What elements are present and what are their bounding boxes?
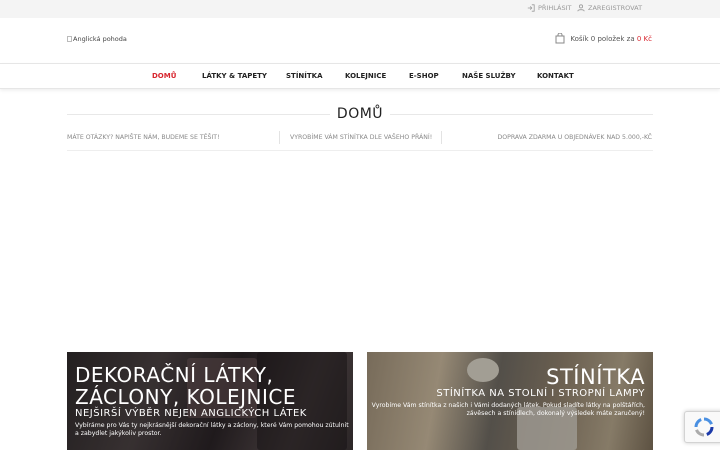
banner-lampshades-title: Stínítka	[546, 365, 645, 389]
logo[interactable]: Anglická pohoda	[67, 35, 127, 43]
page-title: DOMŮ	[330, 106, 390, 122]
cart-summary[interactable]: Košík 0 položek za 0 Kč	[555, 33, 652, 44]
nav-item-domu[interactable]: Domů	[152, 72, 176, 80]
shopping-bag-icon	[555, 33, 565, 44]
recaptcha-icon	[694, 417, 714, 437]
nav-item-kolejnice[interactable]: Kolejnice	[345, 72, 386, 80]
main-nav: Domů Látky & Tapety Stínítka Kolejnice E…	[0, 63, 720, 89]
logo-alt-text: Anglická pohoda	[73, 35, 127, 43]
info-divider	[279, 131, 280, 144]
login-link[interactable]: Přihlásit	[527, 4, 571, 12]
info-free-shipping: Doprava zdarma u objednávek nad 5.000,-K…	[497, 134, 652, 141]
cart-price: 0 Kč	[636, 34, 652, 43]
banner-fabrics[interactable]: Dekorační látky, záclony, kolejnice Nejš…	[67, 352, 353, 450]
broken-image-icon	[67, 36, 72, 42]
nav-item-eshop[interactable]: E-shop	[409, 72, 439, 80]
recaptcha-badge[interactable]	[684, 411, 720, 443]
nav-item-stinitka[interactable]: Stínítka	[286, 72, 323, 80]
register-link[interactable]: Zaregistrovat	[577, 4, 642, 12]
banner-lampshades-subtitle: Stínítka na stolní i stropní lampy	[436, 388, 645, 399]
nav-item-kontakt[interactable]: Kontakt	[537, 72, 574, 80]
top-bar: Přihlásit Zaregistrovat	[0, 0, 720, 18]
info-questions: Máte otázky? Napište nám, budeme se těši…	[67, 134, 220, 141]
banner-fabrics-title-2: záclony, kolejnice	[75, 385, 296, 409]
register-label: Zaregistrovat	[588, 4, 643, 12]
banner-fabrics-title-1: Dekorační látky,	[75, 363, 274, 387]
login-label: Přihlásit	[538, 4, 572, 12]
info-bottom-divider	[67, 150, 653, 151]
banner-lampshades-text-1: Vyrobíme Vám stínítka z našich i Vámi do…	[371, 402, 645, 409]
nav-item-latky-tapety[interactable]: Látky & Tapety	[202, 72, 267, 80]
banner-fabrics-text-2: a zabydlet jakýkoliv prostor.	[75, 430, 162, 437]
banner-fabrics-subtitle: Nejširší výběr nejen anglických látek	[75, 408, 307, 419]
login-icon	[527, 4, 535, 12]
info-divider	[441, 131, 442, 144]
banner-fabrics-text-1: Vybíráme pro Vás ty nejkrásnější dekorač…	[75, 422, 349, 429]
header: Anglická pohoda Košík 0 položek za 0 Kč	[0, 18, 720, 63]
info-lampshades: Vyrobíme Vám stínítka dle Vašeho přání!	[290, 134, 433, 141]
nav-item-nase-sluzby[interactable]: Naše služby	[462, 72, 516, 80]
banner-lampshades-text-2: závěsech a stínidlech, dokonalý výsledek…	[466, 410, 645, 417]
user-icon	[577, 4, 585, 12]
cart-text: Košík 0 položek za	[570, 34, 635, 43]
banner-lampshades[interactable]: Stínítka Stínítka na stolní i stropní la…	[367, 352, 653, 450]
